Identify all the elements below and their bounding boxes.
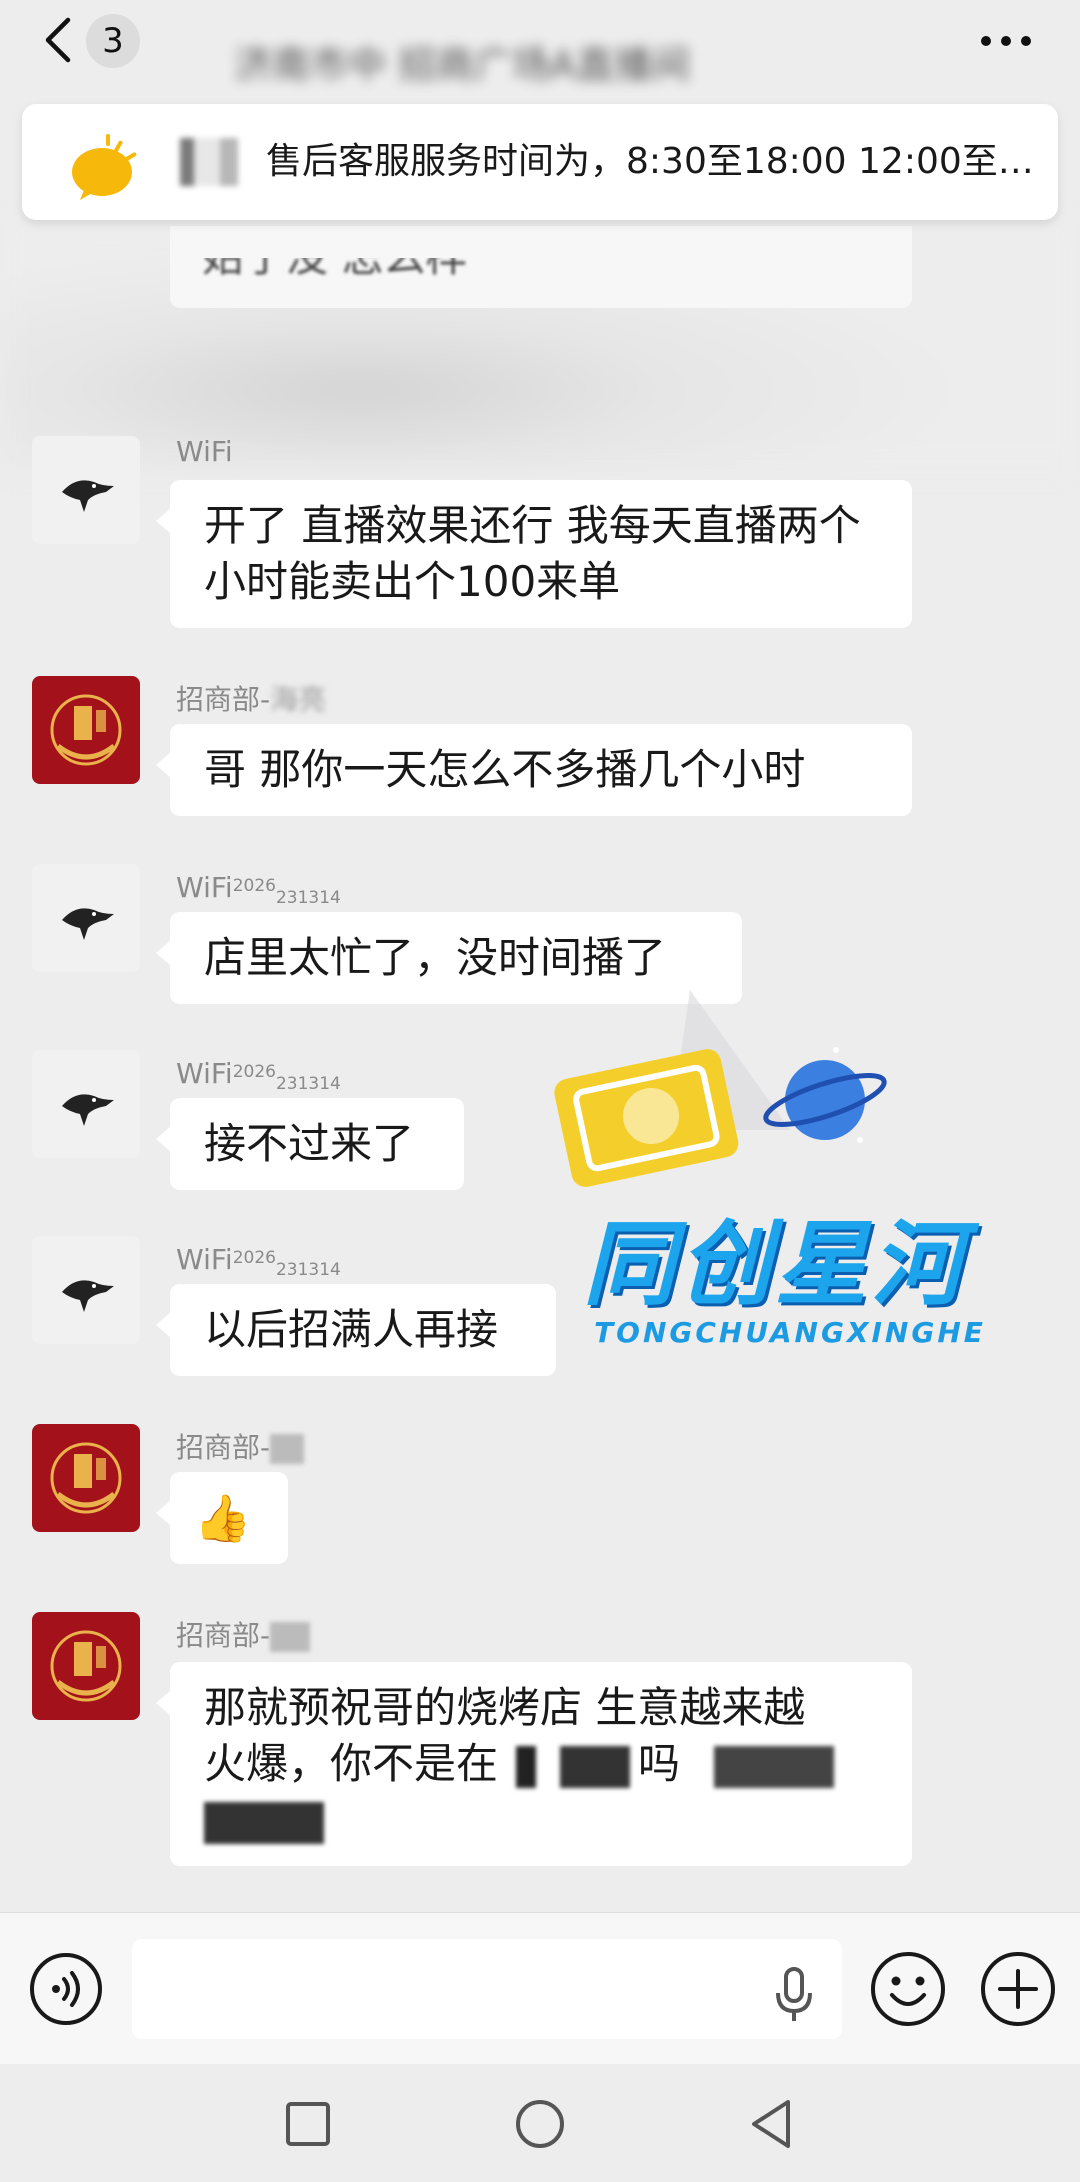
chat-input-bar [0, 1912, 1080, 2064]
square-icon [286, 2102, 330, 2146]
message-text-line [204, 1792, 878, 1848]
message-bubble[interactable]: 👍 [156, 1472, 288, 1564]
announcement-text: 售后客服服务时间为，8:30至18:00 12:00至13:30午休时间 [266, 141, 1036, 182]
sender-name: 招商部- [176, 1428, 305, 1468]
plus-icon [981, 1952, 1055, 2026]
avatar-wifi[interactable] [32, 1050, 140, 1158]
back-nav-button[interactable] [742, 2094, 802, 2154]
watermark-title: 同创星河 [582, 1211, 967, 1318]
sender-name: 招商部- [176, 1616, 311, 1656]
sender-name: WiFi [176, 435, 233, 468]
avatar-brand[interactable] [32, 1612, 140, 1720]
unread-count-badge[interactable]: 3 [86, 14, 140, 68]
more-actions-button[interactable] [978, 1949, 1058, 2029]
message-bubble[interactable]: 开了 直播效果还行 我每天直播两个小时能卖出个100来单 [156, 480, 912, 628]
announcement-sender-redacted [180, 138, 270, 186]
chevron-left-icon [45, 17, 71, 63]
redacted-location [714, 1745, 835, 1788]
bird-logo-icon [62, 1280, 114, 1312]
watermark-subtitle: TONGCHUANGXINGHE [594, 1316, 986, 1349]
brand-seal-logo-icon [50, 1630, 122, 1702]
watermark-logo: 同创星河 TONGCHUANGXINGHE [540, 980, 1010, 1370]
megaphone-icon [72, 134, 137, 200]
message-bubble[interactable]: 那就预祝哥的烧烤店 生意越来越 火爆，你不是在吗 [156, 1662, 912, 1866]
voice-mode-button[interactable] [28, 1951, 104, 2027]
thumbs-up-emoji: 👍 [194, 1491, 252, 1545]
avatar-wifi[interactable] [32, 1236, 140, 1344]
message-text: 以后招满人再接 [204, 1305, 499, 1354]
message-bubble[interactable]: 以后招满人再接 [156, 1284, 556, 1376]
sender-name: WiFi2026231314 [176, 871, 341, 908]
message-text: 开了 直播效果还行 我每天直播两个小时能卖出个100来单 [204, 501, 861, 606]
home-button[interactable] [510, 2094, 570, 2154]
microphone-button[interactable] [770, 1965, 818, 2025]
message-bubble[interactable]: 哥 那你一天怎么不多播几个小时 [156, 724, 912, 816]
brand-seal-logo-icon [50, 1442, 122, 1514]
emoji-button[interactable] [868, 1949, 948, 2029]
message-row: 招商部- 👍 [0, 1424, 1080, 1584]
sender-name-redacted [270, 1434, 305, 1464]
message-text: 哥 那你一天怎么不多播几个小时 [204, 745, 806, 794]
sender-name: WiFi2026231314 [176, 1243, 341, 1280]
message-text-line: 那就预祝哥的烧烤店 生意越来越 [204, 1683, 806, 1732]
message-row: 招商部- 那就预祝哥的烧烤店 生意越来越 火爆，你不是在吗 [0, 1612, 1080, 1892]
triangle-back-icon [752, 2100, 790, 2148]
circle-icon [516, 2100, 564, 2148]
message-input[interactable] [132, 1939, 842, 2039]
avatar-brand[interactable] [32, 676, 140, 784]
redacted-location [560, 1745, 631, 1788]
sender-name-redacted: 海亮 [270, 683, 327, 716]
bird-logo-icon [62, 908, 114, 940]
message-text: 店里太忙了，没时间播了 [204, 933, 667, 982]
system-navigation-bar [0, 2064, 1080, 2182]
redacted-location [516, 1745, 537, 1788]
redacted-text [204, 1801, 324, 1844]
message-bubble[interactable]: 接不过来了 [156, 1098, 464, 1190]
avatar-wifi[interactable] [32, 436, 140, 544]
more-dots-icon [981, 36, 1031, 46]
recent-apps-button[interactable] [278, 2094, 338, 2154]
voice-wave-icon [30, 1953, 102, 2025]
message-row: WiFi 开了 直播效果还行 我每天直播两个小时能卖出个100来单 [0, 435, 1080, 656]
message-text: 接不过来了 [204, 1119, 415, 1168]
more-options-button[interactable] [978, 26, 1034, 56]
bird-logo-icon [62, 1094, 114, 1126]
avatar-wifi[interactable] [32, 864, 140, 972]
chat-header: 3 济南市中 招商广场A直播间 [0, 0, 1080, 104]
sender-name: WiFi2026231314 [176, 1057, 341, 1094]
message-text-line: 火爆，你不是在吗 [204, 1736, 878, 1792]
group-announcement-banner[interactable]: 售后客服服务时间为，8:30至18:00 12:00至13:30午休时间 [22, 104, 1058, 220]
camera-planet-logo-icon [554, 990, 887, 1187]
chat-title: 济南市中 招商广场A直播间 [234, 43, 691, 87]
microphone-icon [776, 1967, 812, 2021]
sender-name: 招商部-海亮 [176, 680, 326, 720]
bird-logo-icon [62, 480, 114, 512]
back-button[interactable] [34, 14, 84, 66]
message-row: 招商部-海亮 哥 那你一天怎么不多播几个小时 [0, 676, 1080, 836]
brand-seal-logo-icon [50, 694, 122, 766]
smiley-face-icon [871, 1952, 945, 2026]
avatar-brand[interactable] [32, 1424, 140, 1532]
sender-name-redacted [270, 1622, 311, 1652]
